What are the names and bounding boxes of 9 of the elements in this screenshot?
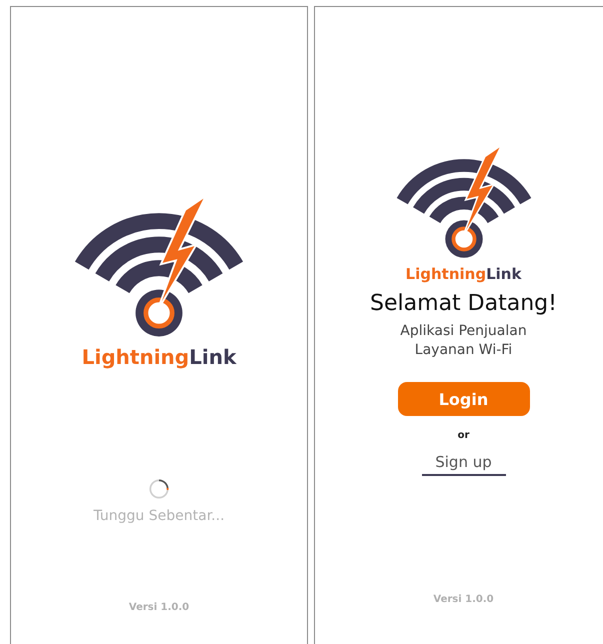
version-text: Versi 1.0.0 [433, 594, 494, 605]
separator-text: or [458, 430, 470, 441]
loading-text: Tunggu Sebentar... [93, 508, 225, 524]
brand-name: LightningLink [82, 345, 236, 369]
version-text: Versi 1.0.0 [128, 602, 190, 613]
welcome-subtitle: Aplikasi Penjualan Layanan Wi-Fi [399, 322, 528, 360]
brand-name: LightningLink [406, 265, 522, 283]
signup-link[interactable]: Sign up [422, 453, 506, 476]
welcome-title: Selamat Datang! [370, 291, 557, 316]
